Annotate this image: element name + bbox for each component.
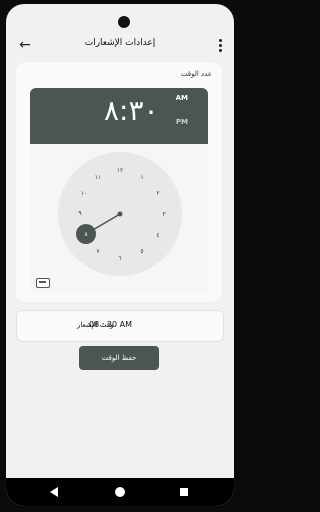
back-arrow-icon[interactable]: ← (16, 36, 34, 54)
menu-dot (218, 38, 222, 42)
hour-value[interactable]: ٨ (104, 94, 119, 127)
minute-value[interactable]: ٣٠ (128, 94, 158, 127)
menu-dot (218, 43, 222, 47)
pm-toggle[interactable]: PM (176, 118, 188, 126)
notification-label: وقت الإشعار (77, 321, 114, 329)
app-bar: ← إعدادات الإشعارات (6, 32, 234, 60)
time-picker-label: عدد الوقت (180, 70, 212, 78)
dial-number: ٦ (118, 255, 121, 262)
nav-back-icon[interactable] (48, 486, 60, 498)
dial-number: ٤ (156, 232, 159, 239)
nav-recent-icon[interactable] (178, 486, 190, 498)
save-time-button[interactable]: حفظ الوقت (79, 346, 159, 370)
menu-dot (218, 48, 222, 52)
am-toggle[interactable]: AM (176, 94, 188, 102)
clock-area: ١٢ ١ ٢ ٣ ٤ ٥ ٦ ٧ ٨ ٩ ١٠ ١١ (30, 144, 208, 292)
clock-dial[interactable]: ١٢ ١ ٢ ٣ ٤ ٥ ٦ ٧ ٨ ٩ ١٠ ١١ (58, 152, 182, 276)
dial-number: ٣ (162, 211, 166, 218)
nav-home-icon[interactable] (114, 486, 126, 498)
dial-number: ١ (140, 174, 143, 181)
clock-dial-svg: ١٢ ١ ٢ ٣ ٤ ٥ ٦ ٧ ٨ ٩ ١٠ ١١ (76, 167, 166, 262)
dial-number: ٩ (78, 210, 81, 217)
dial-number: ٥ (140, 248, 143, 255)
keyboard-icon[interactable] (36, 278, 50, 288)
dial-number: ٧ (96, 248, 100, 255)
time-display: ٨:٣٠ AM PM (30, 88, 208, 144)
dial-number: ١٢ (117, 167, 123, 174)
clock-center (117, 211, 123, 217)
time-value[interactable]: ٨:٣٠ (104, 94, 159, 127)
more-options-icon[interactable] (214, 36, 226, 54)
camera-cutout (118, 16, 130, 28)
time-picker-card: عدد الوقت ٨:٣٠ AM PM ١٢ ١ ٢ ٣ ٤ ٥ ٦ ٧ ٨ … (16, 62, 222, 302)
dial-number: ١١ (95, 174, 101, 181)
dial-number: ٢ (156, 190, 159, 197)
notification-time-card: 08 : 30 AM وقت الإشعار (16, 310, 224, 342)
dial-number: ١٠ (81, 190, 87, 197)
system-nav-bar (6, 478, 234, 506)
phone-screen: ← إعدادات الإشعارات عدد الوقت ٨:٣٠ AM PM… (6, 4, 234, 506)
page-title: إعدادات الإشعارات (84, 38, 156, 48)
